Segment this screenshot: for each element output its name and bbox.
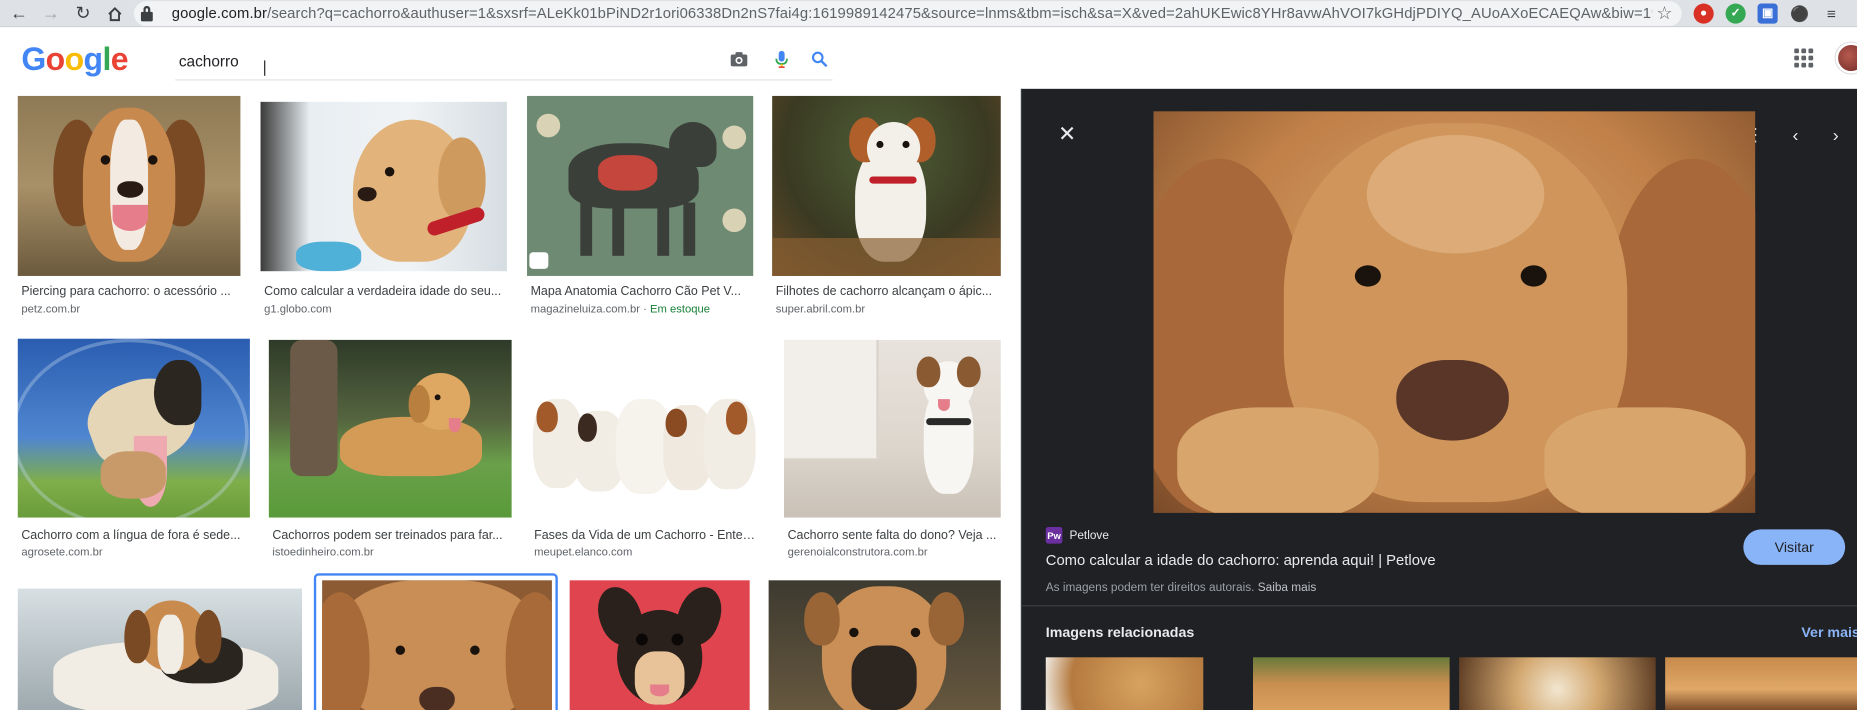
result-image-jack-russell-puppy[interactable]	[772, 95, 1001, 276]
result-tile[interactable]: Como calcular a verdadeira idade do seu.…	[260, 96, 510, 321]
result-site-name: magazineluiza.com.br	[530, 303, 641, 317]
visit-button[interactable]: Visitar	[1743, 529, 1846, 565]
result-title[interactable]: Filhotes de cachorro alcançam o ápic...	[776, 284, 1001, 298]
related-image-thumb[interactable]	[1459, 657, 1656, 710]
result-title[interactable]: Fases da Vida de um Cachorro - Enten...	[534, 528, 759, 542]
image-preview-panel: ✕ ⋮ ‹ › Pw Petlove Como calcular a idade…	[1020, 88, 1857, 710]
logo-letter: e	[110, 41, 129, 77]
reload-icon[interactable]: ↻	[70, 1, 96, 26]
extension-screen-icon[interactable]: ▣	[1757, 3, 1778, 24]
logo-letter: G	[21, 41, 46, 77]
source-label[interactable]: Pw Petlove	[1045, 527, 1109, 544]
result-tile[interactable]: Cachorro sente falta do dono? Veja ... g…	[784, 339, 1004, 565]
browser-toolbar: ← → ↻ google.com.br/search?q=cachorro&au…	[0, 0, 1857, 28]
result-tile[interactable]: Filhotes de cachorro alcançam o ápic... …	[772, 95, 1003, 321]
back-icon[interactable]: ←	[6, 1, 32, 26]
result-site: gerenoialconstrutora.com.br	[787, 545, 928, 559]
copyright-notice: As imagens podem ter direitos autorais. …	[1046, 582, 1317, 595]
result-site: agrosete.com.br	[21, 545, 103, 559]
result-title[interactable]: Cachorros podem ser treinados para far..…	[272, 528, 509, 542]
result-site: istoedinheiro.com.br	[272, 545, 374, 559]
extension-red-icon[interactable]: ●	[1693, 3, 1714, 24]
source-name: Petlove	[1069, 528, 1109, 542]
result-tile[interactable]: Cachorro com a língua de fora é sede... …	[17, 338, 255, 564]
url-text[interactable]: google.com.br/search?q=cachorro&authuser…	[172, 5, 1652, 22]
result-image-chihuahua[interactable]	[569, 580, 750, 710]
text-cursor	[264, 60, 266, 76]
result-tile[interactable]	[768, 580, 1002, 710]
result-image-beagle[interactable]	[17, 95, 241, 276]
divider	[1022, 605, 1857, 607]
result-image-jack-russell-sitting[interactable]	[784, 339, 1001, 518]
in-stock-label: Em estoque	[650, 303, 711, 317]
logo-letter: o	[64, 41, 85, 77]
result-tile[interactable]	[569, 580, 750, 710]
result-title[interactable]: Cachorro com a língua de fora é sede...	[21, 528, 246, 542]
result-image-puppies-row[interactable]	[530, 339, 758, 518]
result-tile[interactable]	[17, 588, 303, 710]
logo-letter: o	[45, 41, 66, 77]
media-control-icon[interactable]: ≡	[1821, 4, 1841, 24]
result-site: petz.com.br	[21, 303, 81, 317]
result-site: g1.globo.com	[264, 303, 332, 317]
result-image-golden-on-grass[interactable]	[268, 339, 512, 518]
account-avatar[interactable]	[1835, 42, 1857, 74]
related-image-thumb[interactable]	[1665, 657, 1857, 710]
rights-text: As imagens podem ter direitos autorais.	[1045, 581, 1255, 595]
result-site: magazineluiza.com.br · Em estoque	[530, 303, 711, 317]
logo-letter: l	[102, 41, 111, 77]
selected-highlight	[313, 573, 558, 710]
search-icon[interactable]	[808, 47, 832, 71]
address-bar[interactable]: google.com.br/search?q=cachorro&authuser…	[133, 1, 1682, 27]
result-tile[interactable]: Fases da Vida de um Cachorro - Enten... …	[530, 339, 759, 565]
result-tile[interactable]: Mapa Anatomia Cachorro Cão Pet V... maga…	[527, 95, 754, 321]
related-images-heading: Imagens relacionadas	[1045, 624, 1195, 641]
next-image-icon[interactable]: ›	[1825, 124, 1846, 145]
result-title[interactable]: Como calcular a verdadeira idade do seu.…	[264, 284, 507, 298]
forward-icon[interactable]: →	[38, 1, 64, 26]
result-tile[interactable]: Piercing para cachorro: o acessório ... …	[17, 95, 243, 321]
bookmark-star-icon[interactable]: ☆	[1656, 2, 1672, 24]
result-site: meupet.elanco.com	[534, 545, 633, 559]
search-input[interactable]	[178, 48, 700, 73]
result-title[interactable]: Mapa Anatomia Cachorro Cão Pet V...	[531, 284, 754, 298]
result-title[interactable]: Cachorro sente falta do dono? Veja ...	[788, 528, 1004, 542]
camera-icon[interactable]	[727, 47, 751, 71]
preview-image[interactable]	[1153, 111, 1756, 513]
result-image-dog-tongue-out[interactable]	[17, 338, 250, 518]
result-image-golden-puppy[interactable]	[260, 101, 507, 272]
learn-more-link[interactable]: Saiba mais	[1258, 582, 1317, 595]
home-icon[interactable]	[102, 1, 128, 26]
result-tile[interactable]: Cachorros podem ser treinados para far..…	[268, 339, 512, 565]
microphone-icon[interactable]	[770, 47, 794, 71]
result-image-boxer[interactable]	[768, 580, 1001, 710]
preview-title[interactable]: Como calcular a idade do cachorro: apren…	[1046, 552, 1436, 569]
result-site: super.abril.com.br	[775, 303, 866, 317]
petlove-favicon-icon: Pw	[1045, 527, 1063, 544]
logo-letter: g	[83, 41, 104, 77]
see-more-link[interactable]: Ver mais	[1801, 624, 1857, 641]
lock-icon	[140, 5, 153, 22]
search-box	[175, 41, 833, 81]
result-title[interactable]: Piercing para cachorro: o acessório ...	[21, 284, 240, 298]
close-icon[interactable]: ✕	[1055, 121, 1079, 146]
google-apps-icon[interactable]	[1794, 48, 1814, 68]
result-image-anatomy-map[interactable]	[527, 95, 754, 276]
extension-shield-icon[interactable]: ✓	[1725, 3, 1746, 24]
google-logo[interactable]: Google	[21, 41, 128, 78]
result-image-beagle-lying[interactable]	[17, 588, 303, 710]
related-image-thumb[interactable]	[1045, 657, 1204, 710]
google-header: Google	[0, 27, 1857, 89]
previous-image-icon[interactable]: ‹	[1785, 124, 1806, 145]
related-image-thumb[interactable]	[1253, 657, 1450, 710]
extensions-puzzle-icon[interactable]: ⚫	[1790, 4, 1810, 24]
